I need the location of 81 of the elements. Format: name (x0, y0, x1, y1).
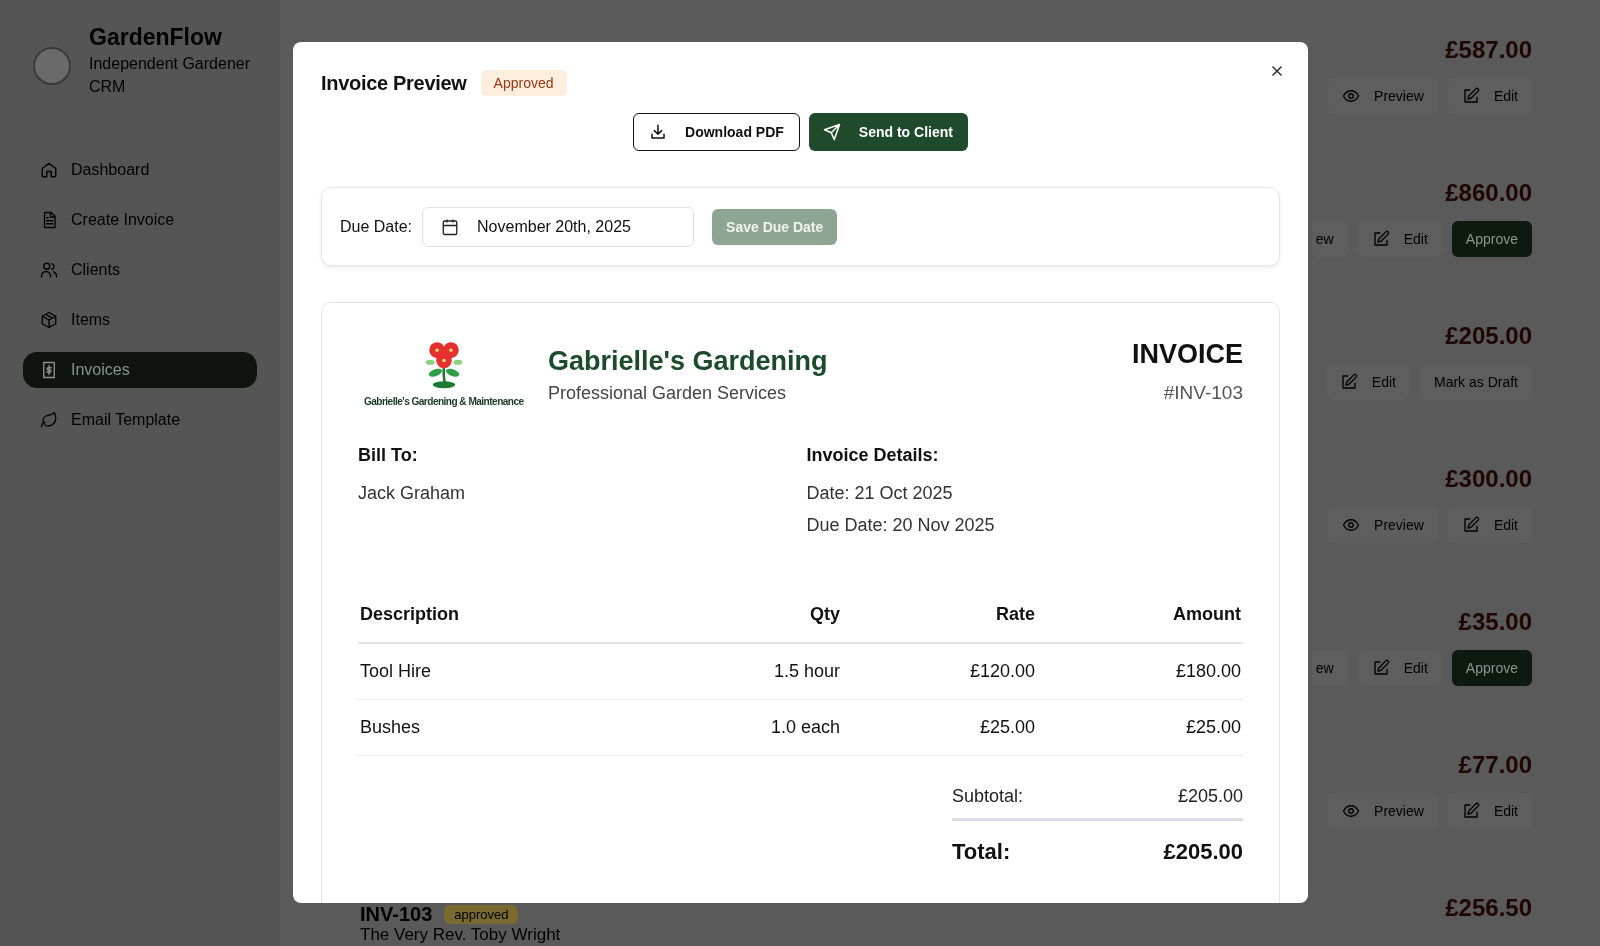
nav-icon (40, 261, 58, 279)
eye-icon (1342, 802, 1361, 820)
calendar-icon (441, 217, 460, 236)
table-cell-text: £25.00 (978, 717, 1036, 738)
eye-icon (1342, 516, 1361, 534)
action-button[interactable]: Preview (1328, 793, 1438, 829)
app-name: GardenFlow (89, 23, 223, 52)
eye-icon (1342, 87, 1361, 105)
edit-icon (1461, 802, 1480, 820)
action-button[interactable]: ew (1311, 221, 1348, 257)
action-button[interactable]: Send to Client (808, 113, 968, 151)
brand-logo-icon (33, 47, 71, 85)
nav-icon (40, 161, 58, 179)
logo-caption: Gabrielle's Gardening & Maintenance (364, 395, 524, 407)
action-button[interactable]: ew (1311, 650, 1348, 686)
column-header: Amount (1172, 604, 1242, 625)
details-label: Invoice Details: (806, 445, 940, 466)
nav-item[interactable]: Dashboard (23, 152, 257, 188)
invoice-heading: INVOICE (1131, 339, 1243, 370)
send-icon (822, 123, 841, 141)
action-button[interactable]: Edit (1357, 650, 1442, 686)
edit-icon (1371, 659, 1390, 677)
edit-icon (1461, 87, 1480, 105)
table-cell-text: Bushes (359, 717, 422, 738)
edit-icon (1339, 373, 1358, 391)
invoice-amount: £77.00 (1458, 751, 1532, 779)
nav-icon (40, 361, 58, 379)
invoice-amount: £587.00 (1445, 36, 1532, 64)
action-button[interactable]: Edit (1357, 221, 1442, 257)
edit-icon (1461, 516, 1480, 534)
table-cell-text: 1.0 each (769, 717, 841, 738)
nav-item[interactable]: Email Template (23, 402, 257, 438)
detail-line: Due Date: 20 Nov 2025 (806, 514, 996, 537)
invoice-amount: £256.50 (1445, 894, 1532, 922)
action-button[interactable]: Approve (1451, 221, 1532, 257)
action-button[interactable]: Edit (1447, 78, 1532, 114)
invoice-number: INV-103 (360, 903, 433, 925)
column-header: Description (359, 604, 461, 625)
table-cell-text: £25.00 (1184, 717, 1242, 738)
client-name: The Very Rev. Toby Wright (360, 925, 561, 944)
company-tagline: Professional Garden Services (548, 383, 788, 404)
invoice-amount: £300.00 (1445, 465, 1532, 493)
invoice-amount: £860.00 (1445, 179, 1532, 207)
invoice-amount: £35.00 (1458, 608, 1532, 636)
action-button[interactable]: Download PDF (633, 113, 800, 151)
app-subtitle: Independent Gardener CRM (89, 54, 251, 97)
table-cell-text: £120.00 (968, 661, 1036, 682)
action-button[interactable]: Mark as Draft (1420, 364, 1532, 400)
action-button[interactable]: Preview (1328, 78, 1438, 114)
total-value: £205.00 (1163, 839, 1243, 865)
action-button[interactable]: Edit (1447, 507, 1532, 543)
subtotal-value: £205.00 (1177, 786, 1243, 807)
column-header: Rate (995, 604, 1036, 625)
nav-item[interactable]: Invoices (23, 352, 257, 388)
client-name: Jack Graham (358, 483, 467, 504)
nav-icon (40, 311, 58, 329)
company-name: Gabrielle's Gardening (548, 346, 829, 377)
nav-item[interactable]: Clients (23, 252, 257, 288)
status-badge: Approved (480, 70, 567, 96)
table-cell-text: 1.5 hour (772, 661, 841, 682)
table-cell-text: Tool Hire (359, 661, 433, 682)
total-label: Total: (952, 839, 1011, 865)
status-badge: approved (444, 904, 519, 924)
action-button[interactable]: Edit (1447, 793, 1532, 829)
action-button[interactable]: Approve (1451, 650, 1532, 686)
nav-item[interactable]: Create Invoice (23, 202, 257, 238)
nav-icon (40, 411, 58, 429)
table-cell-text: £180.00 (1174, 661, 1242, 682)
invoice-number: #INV-103 (1163, 382, 1243, 404)
download-icon (649, 123, 668, 141)
edit-icon (1371, 230, 1390, 248)
dialog-title: Invoice Preview (321, 71, 467, 95)
column-header: Qty (809, 604, 841, 625)
action-button[interactable]: Edit (1325, 364, 1410, 400)
detail-line: Date: 21 Oct 2025 (806, 482, 954, 505)
action-button[interactable]: Preview (1328, 507, 1438, 543)
subtotal-label: Subtotal: (952, 786, 1024, 807)
invoice-amount: £205.00 (1445, 322, 1532, 350)
due-date-label: Due Date: (340, 217, 413, 236)
bill-to-label: Bill To: (358, 445, 419, 466)
nav-item[interactable]: Items (23, 302, 257, 338)
